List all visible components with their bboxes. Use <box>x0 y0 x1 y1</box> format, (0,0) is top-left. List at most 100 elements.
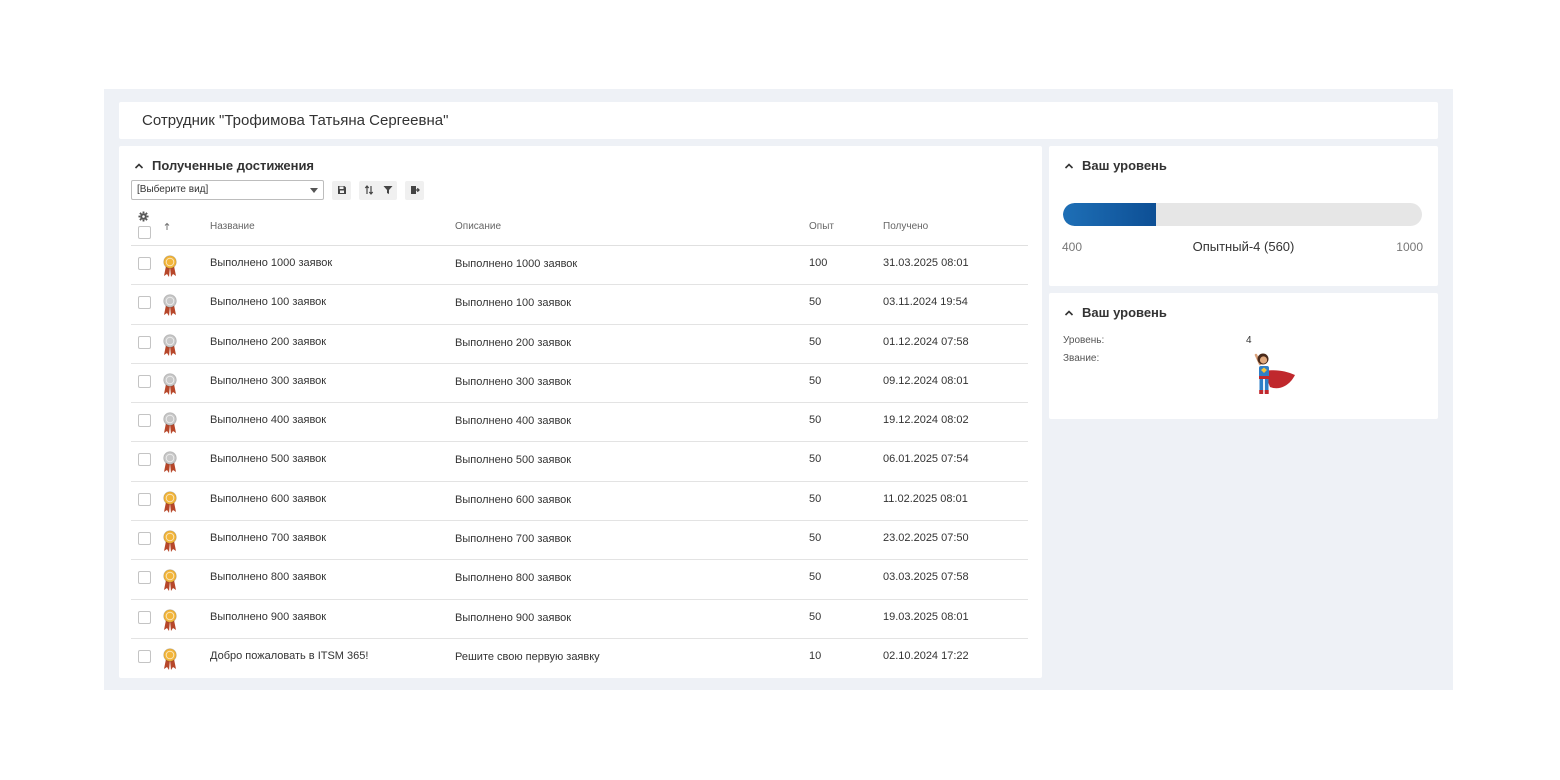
cell-name: Добро пожаловать в ITSM 365! <box>210 649 369 662</box>
cell-name: Выполнено 200 заявок <box>210 335 327 348</box>
cell-description: Выполнено 400 заявок <box>455 415 572 428</box>
view-select-value: [Выберите вид] <box>137 184 209 195</box>
rank-label: Звание: <box>1063 353 1100 364</box>
achievements-header[interactable]: Полученные достижения <box>134 158 314 173</box>
medal-icon <box>163 648 177 670</box>
cell-received: 01.12.2024 07:58 <box>883 335 969 348</box>
col-name[interactable]: Название <box>210 221 255 232</box>
page-title: Сотрудник "Трофимова Татьяна Сергеевна" <box>142 112 449 129</box>
cell-received: 06.01.2025 07:54 <box>883 453 969 466</box>
cell-name: Выполнено 600 заявок <box>210 492 327 505</box>
row-checkbox[interactable] <box>138 532 151 546</box>
cell-exp: 100 <box>809 257 828 269</box>
cell-received: 11.02.2025 08:01 <box>883 492 968 505</box>
level-info-panel: Ваш уровень Уровень: 4 Звание: <box>1049 293 1438 419</box>
grid-body: Выполнено 1000 заявок Выполнено 1000 заяв… <box>131 246 1028 678</box>
table-row[interactable]: Выполнено 900 заявок Выполнено 900 заявок… <box>131 600 1028 639</box>
table-row[interactable]: Выполнено 800 заявок Выполнено 800 заявок… <box>131 560 1028 600</box>
achievements-title: Полученные достижения <box>152 158 315 173</box>
sort-icon <box>364 185 373 195</box>
row-checkbox[interactable] <box>138 257 151 270</box>
cell-name: Выполнено 1000 заявок <box>210 257 333 269</box>
table-row[interactable]: Выполнено 200 заявок Выполнено 200 заявок… <box>131 325 1028 364</box>
grid-toolbar: [Выберите вид] <box>131 180 424 200</box>
row-checkbox[interactable] <box>138 296 151 310</box>
chevron-up-icon[interactable] <box>1064 308 1074 318</box>
table-row[interactable]: Выполнено 300 заявок Выполнено 300 заявок… <box>131 364 1028 404</box>
level-progress-title: Ваш уровень <box>1082 158 1167 173</box>
view-select[interactable]: [Выберите вид] <box>131 180 324 200</box>
level-info-header[interactable]: Ваш уровень <box>1064 305 1167 320</box>
cell-description: Решите свою первую заявку <box>455 650 600 663</box>
level-progress-bar <box>1063 203 1422 226</box>
table-row[interactable]: Выполнено 1000 заявок Выполнено 1000 заяв… <box>131 246 1028 286</box>
export-button[interactable] <box>405 180 424 200</box>
table-row[interactable]: Добро пожаловать в ITSM 365! Решите свою … <box>131 639 1028 678</box>
table-row[interactable]: Выполнено 700 заявок Выполнено 700 заявок… <box>131 521 1028 561</box>
cell-received: 02.10.2024 17:22 <box>883 649 969 662</box>
cell-description: Выполнено 500 заявок <box>455 454 572 467</box>
row-checkbox[interactable] <box>138 414 151 428</box>
cell-exp: 50 <box>809 492 822 505</box>
level-max: 1000 <box>1396 240 1423 254</box>
cell-received: 23.02.2025 07:50 <box>883 532 969 545</box>
cell-description: Выполнено 1000 заявок <box>455 258 578 270</box>
row-checkbox[interactable] <box>138 453 151 467</box>
cell-exp: 50 <box>809 335 822 348</box>
cell-exp: 50 <box>809 532 822 545</box>
cell-name: Выполнено 300 заявок <box>210 374 327 387</box>
col-exp[interactable]: Опыт <box>809 221 834 232</box>
app-window: Сотрудник "Трофимова Татьяна Сергеевна" … <box>104 89 1453 690</box>
sort-filter-group <box>359 180 397 200</box>
dropdown-arrow-icon <box>310 188 318 193</box>
save-view-button[interactable] <box>332 180 351 200</box>
chevron-up-icon[interactable] <box>134 161 144 171</box>
cell-received: 09.12.2024 08:01 <box>883 374 969 387</box>
cell-name: Выполнено 500 заявок <box>210 453 327 466</box>
cell-received: 19.12.2024 08:02 <box>883 414 969 427</box>
cell-name: Выполнено 700 заявок <box>210 532 327 545</box>
medal-icon <box>163 530 177 553</box>
row-checkbox[interactable] <box>138 374 151 388</box>
level-progress-header[interactable]: Ваш уровень <box>1064 158 1167 173</box>
sort-button[interactable] <box>359 181 378 200</box>
cell-exp: 10 <box>809 649 822 662</box>
medal-icon <box>163 491 177 513</box>
row-checkbox[interactable] <box>138 335 151 349</box>
cell-name: Выполнено 400 заявок <box>210 414 327 427</box>
filter-icon <box>383 186 392 194</box>
table-row[interactable]: Выполнено 600 заявок Выполнено 600 заявок… <box>131 482 1028 522</box>
table-row[interactable]: Выполнено 400 заявок Выполнено 400 заявок… <box>131 403 1028 443</box>
cell-exp: 50 <box>809 296 822 309</box>
filter-button[interactable] <box>378 181 397 200</box>
row-checkbox[interactable] <box>138 571 151 585</box>
cell-received: 19.03.2025 08:01 <box>883 610 969 623</box>
cell-description: Выполнено 300 заявок <box>455 375 572 388</box>
col-description[interactable]: Описание <box>455 221 501 232</box>
medal-icon <box>163 569 177 592</box>
col-received[interactable]: Получено <box>883 221 928 232</box>
cell-name: Выполнено 800 заявок <box>210 571 327 584</box>
sort-asc-icon[interactable] <box>164 222 170 231</box>
row-checkbox[interactable] <box>138 610 151 624</box>
row-checkbox[interactable] <box>138 649 151 663</box>
cell-exp: 50 <box>809 453 822 466</box>
gear-icon[interactable] <box>138 211 149 222</box>
medal-icon <box>163 294 177 317</box>
save-icon <box>337 186 346 194</box>
select-all-checkbox[interactable] <box>138 226 151 239</box>
cell-name: Выполнено 100 заявок <box>210 296 327 309</box>
medal-icon <box>163 373 177 395</box>
table-row[interactable]: Выполнено 500 заявок Выполнено 500 заявок… <box>131 442 1028 482</box>
export-icon <box>410 186 420 194</box>
cell-exp: 50 <box>809 374 822 387</box>
title-bar: Сотрудник "Трофимова Татьяна Сергеевна" <box>119 102 1438 139</box>
table-row[interactable]: Выполнено 100 заявок Выполнено 100 заявок… <box>131 285 1028 325</box>
cell-name: Выполнено 900 заявок <box>210 610 327 623</box>
superhero-icon <box>1254 353 1295 394</box>
medal-icon <box>163 608 177 631</box>
row-checkbox[interactable] <box>138 492 151 506</box>
level-value: 4 <box>1246 335 1252 346</box>
cell-description: Выполнено 800 заявок <box>455 572 572 585</box>
chevron-up-icon[interactable] <box>1064 161 1074 171</box>
